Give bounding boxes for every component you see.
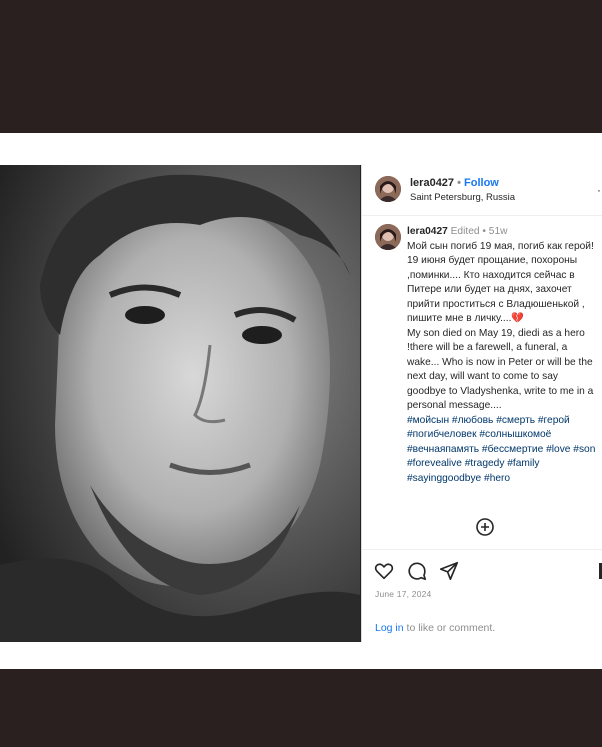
portrait-image	[0, 165, 360, 642]
avatar[interactable]	[375, 224, 401, 250]
header-username-line: lera0427 • Follow	[410, 177, 499, 189]
separator-dot: •	[457, 177, 461, 189]
avatar[interactable]	[375, 176, 401, 202]
login-prompt-text: to like or comment.	[403, 622, 496, 634]
comment-icon[interactable]	[406, 560, 428, 582]
post-side-panel: lera0427 • Follow Saint Petersburg, Russ…	[361, 165, 602, 642]
comments-section: lera0427 Edited • 51w Мой сын погиб 19 м…	[362, 216, 602, 551]
bottom-dark-band	[0, 669, 602, 747]
top-dark-band	[0, 0, 602, 133]
login-prompt: Log in to like or comment.	[375, 622, 495, 634]
post-date[interactable]: June 17, 2024	[375, 589, 431, 599]
login-link[interactable]: Log in	[375, 622, 404, 634]
share-icon[interactable]	[438, 560, 460, 582]
top-gap	[0, 133, 602, 165]
post-photo[interactable]	[0, 165, 360, 642]
post-age[interactable]: 51w	[489, 226, 508, 237]
caption-english-text: My son died on May 19, diedi as a hero !…	[407, 327, 594, 412]
edited-label: Edited	[450, 226, 480, 237]
caption-hashtags[interactable]: #мойсын #любовь #смерть #герой #погибчел…	[407, 414, 599, 487]
post-caption: lera0427 Edited • 51w Мой сын погиб 19 м…	[407, 225, 599, 486]
location-link[interactable]: Saint Petersburg, Russia	[410, 192, 515, 203]
separator-dot: •	[482, 226, 486, 237]
heart-icon[interactable]	[373, 560, 395, 582]
broken-heart-emoji: 💔	[511, 313, 525, 324]
more-options-icon[interactable]: ·	[597, 183, 601, 197]
post-header: lera0427 • Follow Saint Petersburg, Russ…	[362, 165, 602, 216]
bottom-gap	[0, 642, 602, 669]
follow-button[interactable]: Follow	[464, 177, 499, 189]
caption-username[interactable]: lera0427	[407, 226, 448, 237]
caption-russian-text: Мой сын погиб 19 мая, погиб как герой! 1…	[407, 240, 594, 325]
plus-circle-icon[interactable]	[476, 518, 494, 536]
username[interactable]: lera0427	[410, 177, 454, 189]
post-actions: June 17, 2024 Log in to like or comment.	[362, 549, 602, 640]
